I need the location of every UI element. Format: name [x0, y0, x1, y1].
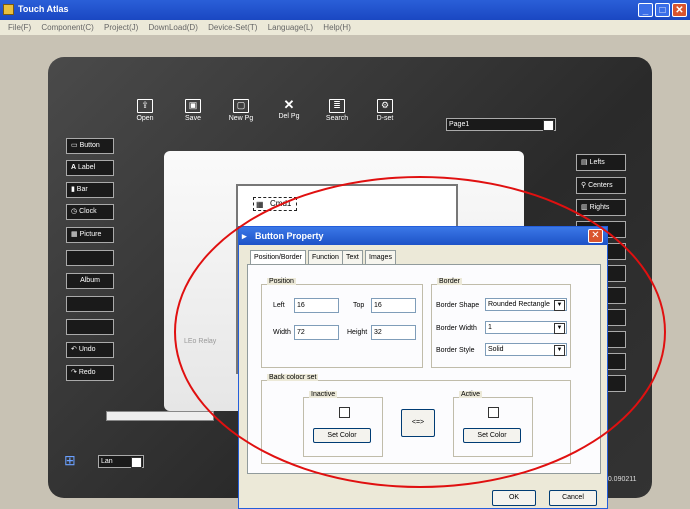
menu-help[interactable]: Help(H)	[323, 23, 351, 32]
save-icon: ▣	[185, 99, 201, 113]
title-bar: Touch Atlas	[0, 0, 690, 20]
empty-tool-3[interactable]	[66, 319, 114, 335]
language-select[interactable]: Lan ▼	[98, 455, 144, 468]
close-button[interactable]: ✕	[672, 3, 687, 17]
search-icon: ≣	[329, 99, 345, 113]
align-lefts-button[interactable]: ▤ Lefts	[576, 154, 626, 171]
button-tool[interactable]: ▭ Button	[66, 138, 114, 154]
align-rights-button[interactable]: ▥ Rights	[576, 199, 626, 216]
cancel-button[interactable]: Cancel	[549, 490, 597, 506]
delete-page-icon: ✕	[283, 97, 295, 112]
device-set-button[interactable]: ⚙ D-set	[368, 96, 402, 130]
bar-tool[interactable]: ▮ Bar	[66, 182, 114, 198]
device-slot	[106, 411, 214, 421]
picture-tool[interactable]: ▦ Picture	[66, 227, 114, 243]
clock-tool[interactable]: ◷ Clock	[66, 204, 114, 220]
empty-tool-1[interactable]	[66, 250, 114, 266]
redo-button[interactable]: ↷ Redo	[66, 365, 114, 381]
delete-page-button[interactable]: ✕ Del Pg	[272, 96, 306, 130]
menu-bar: File(F) Component(C) Project(J) DownLoad…	[0, 20, 690, 35]
minimize-button[interactable]: _	[638, 3, 653, 17]
chevron-down-icon: ▼	[543, 120, 554, 131]
open-icon: ⇪	[137, 99, 153, 113]
annotation-ellipse	[174, 176, 666, 488]
menu-download[interactable]: DownLoad(D)	[149, 23, 198, 32]
page-select[interactable]: Page1 ▼	[446, 118, 556, 131]
empty-tool-2[interactable]	[66, 296, 114, 312]
save-button[interactable]: ▣ Save	[176, 96, 210, 130]
grid-icon: ▦	[256, 200, 264, 209]
maximize-button[interactable]: □	[655, 3, 670, 17]
device-set-icon: ⚙	[377, 99, 393, 113]
app-icon	[3, 4, 14, 15]
chevron-down-icon: ▼	[131, 457, 142, 468]
new-page-icon: ▢	[233, 99, 249, 113]
new-page-button[interactable]: ▢ New Pg	[224, 96, 258, 130]
menu-component[interactable]: Component(C)	[41, 23, 93, 32]
window-title: Touch Atlas	[18, 4, 69, 14]
align-centers-button[interactable]: ⚲ Centers	[576, 177, 626, 194]
label-tool[interactable]: A Label	[66, 160, 114, 176]
undo-button[interactable]: ↶ Undo	[66, 342, 114, 358]
search-button[interactable]: ≣ Search	[320, 96, 354, 130]
open-button[interactable]: ⇪ Open	[128, 96, 162, 130]
ok-button[interactable]: OK	[492, 490, 536, 506]
network-icon: ⊞	[64, 452, 76, 468]
album-tool[interactable]: Album	[66, 273, 114, 289]
menu-file[interactable]: File(F)	[8, 23, 31, 32]
menu-language[interactable]: Language(L)	[268, 23, 313, 32]
menu-project[interactable]: Project(J)	[104, 23, 138, 32]
menu-device-set[interactable]: Device-Set(T)	[208, 23, 257, 32]
